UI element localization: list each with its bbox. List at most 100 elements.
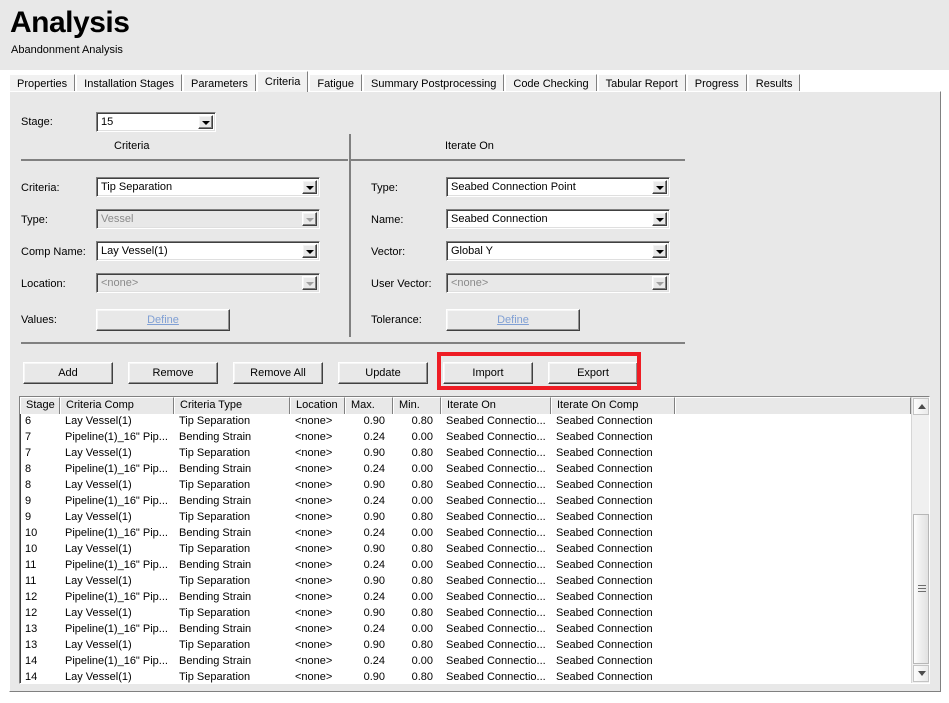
iterate-field-dropdown-button-1[interactable] <box>652 212 667 226</box>
table-column-header-location[interactable]: Location <box>290 397 345 414</box>
values-define-button[interactable]: Define <box>96 309 230 331</box>
table-cell-max: 0.90 <box>345 574 393 590</box>
criteria-field-value-3: <none> <box>101 276 138 290</box>
table-column-header-stage[interactable]: Stage <box>20 397 60 414</box>
table-cell-min: 0.80 <box>393 510 441 526</box>
table-column-header-criteria_type[interactable]: Criteria Type <box>174 397 290 414</box>
import-button[interactable]: Import <box>443 362 533 384</box>
iterate-field-dropdown-1[interactable]: Seabed Connection <box>446 209 670 229</box>
table-cell-location: <none> <box>290 542 345 558</box>
table-cell-spacer <box>675 558 911 574</box>
table-cell-stage: 7 <box>20 446 60 462</box>
table-cell-max: 0.24 <box>345 558 393 574</box>
chevron-down-icon <box>656 186 664 190</box>
table-row[interactable]: 7Pipeline(1)_16" Pip...Bending Strain<no… <box>20 430 911 446</box>
table-row[interactable]: 12Lay Vessel(1)Tip Separation<none>0.900… <box>20 606 911 622</box>
export-button[interactable]: Export <box>548 362 638 384</box>
table-cell-iterate_on_comp: Seabed Connection <box>551 622 675 638</box>
stage-dropdown-value: 15 <box>101 115 113 129</box>
scroll-up-button[interactable] <box>913 398 929 415</box>
table-row[interactable]: 6Lay Vessel(1)Tip Separation<none>0.900.… <box>20 414 911 430</box>
lower-divider <box>21 342 685 344</box>
table-row[interactable]: 14Lay Vessel(1)Tip Separation<none>0.900… <box>20 670 911 683</box>
criteria-field-dropdown-0[interactable]: Tip Separation <box>96 177 320 197</box>
table-row[interactable]: 9Pipeline(1)_16" Pip...Bending Strain<no… <box>20 494 911 510</box>
table-cell-criteria_type: Tip Separation <box>174 478 290 494</box>
table-column-header-spacer[interactable] <box>675 397 911 414</box>
table-cell-max: 0.24 <box>345 462 393 478</box>
table-cell-spacer <box>675 606 911 622</box>
table-cell-location: <none> <box>290 510 345 526</box>
table-body: 6Lay Vessel(1)Tip Separation<none>0.900.… <box>20 414 911 683</box>
table-cell-min: 0.00 <box>393 430 441 446</box>
table-cell-criteria_comp: Pipeline(1)_16" Pip... <box>60 494 174 510</box>
table-row[interactable]: 14Pipeline(1)_16" Pip...Bending Strain<n… <box>20 654 911 670</box>
table-row[interactable]: 13Lay Vessel(1)Tip Separation<none>0.900… <box>20 638 911 654</box>
table-row[interactable]: 9Lay Vessel(1)Tip Separation<none>0.900.… <box>20 510 911 526</box>
table-cell-spacer <box>675 430 911 446</box>
table-vertical-scrollbar[interactable] <box>911 397 929 683</box>
scrollbar-thumb[interactable] <box>913 514 929 664</box>
tab-summary-postprocessing[interactable]: Summary Postprocessing <box>363 74 504 92</box>
table-cell-iterate_on_comp: Seabed Connection <box>551 446 675 462</box>
criteria-field-dropdown-button-0[interactable] <box>302 180 317 194</box>
tab-fatigue[interactable]: Fatigue <box>309 74 362 92</box>
table-cell-iterate_on: Seabed Connectio... <box>441 462 551 478</box>
table-cell-spacer <box>675 526 911 542</box>
table-column-header-iterate_on_comp[interactable]: Iterate On Comp <box>551 397 675 414</box>
table-cell-location: <none> <box>290 478 345 494</box>
table-cell-iterate_on_comp: Seabed Connection <box>551 654 675 670</box>
table-cell-max: 0.90 <box>345 414 393 430</box>
tolerance-define-button[interactable]: Define <box>446 309 580 331</box>
table-row[interactable]: 10Pipeline(1)_16" Pip...Bending Strain<n… <box>20 526 911 542</box>
table-row[interactable]: 8Lay Vessel(1)Tip Separation<none>0.900.… <box>20 478 911 494</box>
table-cell-stage: 8 <box>20 462 60 478</box>
table-column-header-criteria_comp[interactable]: Criteria Comp <box>60 397 174 414</box>
table-cell-iterate_on: Seabed Connectio... <box>441 526 551 542</box>
criteria-field-dropdown-2[interactable]: Lay Vessel(1) <box>96 241 320 261</box>
table-row[interactable]: 13Pipeline(1)_16" Pip...Bending Strain<n… <box>20 622 911 638</box>
table-cell-iterate_on: Seabed Connectio... <box>441 654 551 670</box>
criteria-field-value-2: Lay Vessel(1) <box>101 244 168 258</box>
iterate-field-dropdown-button-0[interactable] <box>652 180 667 194</box>
scroll-down-button[interactable] <box>913 665 929 682</box>
table-row[interactable]: 7Lay Vessel(1)Tip Separation<none>0.900.… <box>20 446 911 462</box>
tab-criteria[interactable]: Criteria <box>257 71 308 92</box>
add-button[interactable]: Add <box>23 362 113 384</box>
table-row[interactable]: 12Pipeline(1)_16" Pip...Bending Strain<n… <box>20 590 911 606</box>
tab-properties[interactable]: Properties <box>9 74 75 92</box>
tab-installation-stages[interactable]: Installation Stages <box>76 74 182 92</box>
section-separator <box>349 134 351 337</box>
tab-progress[interactable]: Progress <box>687 74 747 92</box>
table-cell-stage: 10 <box>20 542 60 558</box>
iterate-field-dropdown-button-2[interactable] <box>652 244 667 258</box>
table-cell-criteria_type: Tip Separation <box>174 606 290 622</box>
tab-code-checking[interactable]: Code Checking <box>505 74 596 92</box>
stage-dropdown-button[interactable] <box>198 115 213 129</box>
tab-results[interactable]: Results <box>748 74 801 92</box>
table-row[interactable]: 8Pipeline(1)_16" Pip...Bending Strain<no… <box>20 462 911 478</box>
table-row[interactable]: 10Lay Vessel(1)Tip Separation<none>0.900… <box>20 542 911 558</box>
table-row[interactable]: 11Lay Vessel(1)Tip Separation<none>0.900… <box>20 574 911 590</box>
remove-all-button[interactable]: Remove All <box>233 362 323 384</box>
table-column-header-iterate_on[interactable]: Iterate On <box>441 397 551 414</box>
iterate-field-dropdown-2[interactable]: Global Y <box>446 241 670 261</box>
table-cell-criteria_comp: Lay Vessel(1) <box>60 510 174 526</box>
table-cell-min: 0.80 <box>393 574 441 590</box>
update-button[interactable]: Update <box>338 362 428 384</box>
iterate-field-dropdown-0[interactable]: Seabed Connection Point <box>446 177 670 197</box>
table-cell-criteria_type: Tip Separation <box>174 414 290 430</box>
tab-tabular-report[interactable]: Tabular Report <box>598 74 686 92</box>
remove-button[interactable]: Remove <box>128 362 218 384</box>
table-cell-iterate_on: Seabed Connectio... <box>441 574 551 590</box>
stage-dropdown[interactable]: 15 <box>96 112 216 132</box>
criteria-field-dropdown-button-2[interactable] <box>302 244 317 258</box>
table-column-header-min[interactable]: Min. <box>393 397 441 414</box>
chevron-down-icon <box>656 282 664 286</box>
table-cell-max: 0.90 <box>345 510 393 526</box>
table-cell-min: 0.80 <box>393 638 441 654</box>
chevron-down-icon <box>306 250 314 254</box>
tab-parameters[interactable]: Parameters <box>183 74 256 92</box>
table-column-header-max[interactable]: Max. <box>345 397 393 414</box>
table-row[interactable]: 11Pipeline(1)_16" Pip...Bending Strain<n… <box>20 558 911 574</box>
